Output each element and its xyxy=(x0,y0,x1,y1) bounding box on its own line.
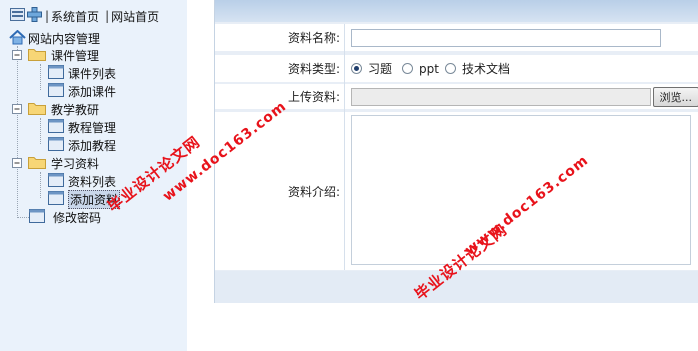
top-links: | 系统首页 | 网站首页 xyxy=(10,7,159,25)
column-divider xyxy=(344,24,345,270)
separator: | xyxy=(45,9,50,23)
radio-label: 技术文档 xyxy=(461,62,510,76)
type-label: 资料类型: xyxy=(287,62,340,76)
tree-line xyxy=(40,118,41,144)
tree-folder-label: 课件管理 xyxy=(51,49,100,63)
tree-item-label: 添加教程 xyxy=(68,139,117,153)
tree-item-tutorial-manage[interactable]: 教程管理 xyxy=(48,119,116,136)
tree-line xyxy=(17,46,18,218)
radio-ppt[interactable]: ppt xyxy=(402,62,439,76)
collapse-icon[interactable] xyxy=(12,157,22,171)
tree-line xyxy=(17,217,29,218)
tree-folder-label: 教学教研 xyxy=(51,103,100,117)
header-bar xyxy=(215,0,698,22)
radio-exercise[interactable]: 习题 xyxy=(351,60,392,77)
tree-item-label: 修改密码 xyxy=(53,211,102,225)
tree-item-label: 添加课件 xyxy=(68,85,117,99)
file-path-field[interactable] xyxy=(351,87,651,106)
name-label: 资料名称: xyxy=(287,31,340,45)
radio-unchecked-icon[interactable] xyxy=(402,63,414,74)
folder-icon xyxy=(28,47,46,64)
tree-item-label: 教程管理 xyxy=(68,121,117,135)
radio-checked-icon[interactable] xyxy=(351,63,362,74)
tree-item-label: 课件列表 xyxy=(68,67,117,81)
name-input[interactable] xyxy=(351,28,661,47)
radio-tech-doc[interactable]: 技术文档 xyxy=(444,60,510,77)
row-name: 资料名称: xyxy=(215,24,698,51)
folder-icon xyxy=(28,155,46,172)
tree-root[interactable]: 网站内容管理 xyxy=(9,29,101,48)
tree-item-add-tutorial[interactable]: 添加教程 xyxy=(48,137,116,154)
folder-icon xyxy=(28,101,46,118)
tree-folder-teaching[interactable]: 教学教研 xyxy=(12,101,99,118)
row-upload: 上传资料: 浏览... xyxy=(215,84,698,109)
tree-line xyxy=(40,172,41,198)
page-icon xyxy=(48,83,64,100)
intro-textarea[interactable] xyxy=(351,115,691,265)
tree-folder-label: 学习资料 xyxy=(51,157,100,171)
page-icon xyxy=(48,191,64,208)
page-icon xyxy=(48,119,64,136)
site-home-link[interactable]: 网站首页 xyxy=(111,8,159,25)
tree-item-material-list[interactable]: 资料列表 xyxy=(48,173,116,190)
tree-folder-materials[interactable]: 学习资料 xyxy=(12,155,99,172)
system-home-link[interactable]: 系统首页 xyxy=(51,8,99,25)
collapse-icon[interactable] xyxy=(12,103,22,117)
add-icon xyxy=(27,7,42,25)
list-icon xyxy=(10,8,25,24)
separator: | xyxy=(105,9,110,23)
tree-item-courseware-list[interactable]: 课件列表 xyxy=(48,65,116,82)
row-intro: 资料介绍: xyxy=(215,112,698,270)
tree-item-change-password[interactable]: 修改密码 xyxy=(29,209,101,226)
browse-button[interactable]: 浏览... xyxy=(652,86,698,107)
globe-icon xyxy=(9,29,26,48)
tree-item-add-courseware[interactable]: 添加课件 xyxy=(48,83,116,100)
collapse-icon[interactable] xyxy=(12,49,22,63)
page-icon xyxy=(48,173,64,190)
tree-folder-courseware[interactable]: 课件管理 xyxy=(12,47,99,64)
row-type: 资料类型: 习题 ppt 技术文档 xyxy=(215,55,698,82)
page-icon xyxy=(48,137,64,154)
page-icon xyxy=(48,65,64,82)
radio-label: 习题 xyxy=(368,62,393,76)
radio-label: ppt xyxy=(419,61,439,76)
tree-root-label: 网站内容管理 xyxy=(28,32,101,46)
radio-unchecked-icon[interactable] xyxy=(444,63,456,74)
tree-item-label: 资料列表 xyxy=(68,175,117,189)
page-icon xyxy=(29,209,45,226)
tree-line xyxy=(40,64,41,90)
